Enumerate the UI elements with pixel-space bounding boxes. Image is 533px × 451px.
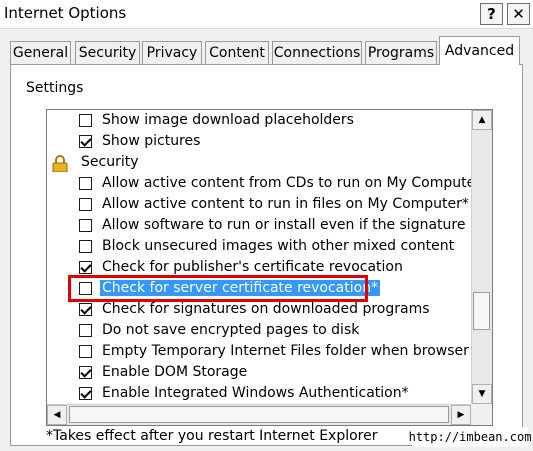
title-bar: Internet Options ? ✕ — [0, 0, 533, 29]
list-item[interactable]: Empty Temporary Internet Files folder wh… — [47, 342, 492, 363]
checkbox[interactable] — [79, 198, 92, 211]
scroll-right-button[interactable]: ▶ — [451, 405, 471, 425]
item-label: Show pictures — [102, 133, 201, 149]
checkbox[interactable] — [79, 345, 92, 358]
item-label: Allow software to run or install even if… — [102, 217, 493, 233]
checkbox[interactable] — [79, 114, 92, 127]
item-label: Allow active content to run in files on … — [102, 196, 469, 212]
settings-list[interactable]: Show image download placeholders Show pi… — [46, 109, 493, 426]
tab-privacy[interactable]: Privacy — [142, 41, 202, 64]
scroll-down-button[interactable]: ▼ — [472, 384, 492, 404]
tab-connections[interactable]: Connections — [272, 41, 362, 64]
checkbox[interactable] — [79, 219, 92, 232]
tab-label: Privacy — [146, 45, 198, 61]
scroll-left-button[interactable]: ◀ — [47, 405, 67, 425]
checkbox[interactable] — [79, 177, 92, 190]
arrow-up-icon: ▲ — [478, 115, 486, 125]
help-button[interactable]: ? — [480, 3, 503, 25]
checkbox[interactable] — [79, 366, 92, 379]
checkbox[interactable] — [79, 303, 92, 316]
list-item[interactable]: Block unsecured images with other mixed … — [47, 237, 471, 258]
tab-label: Advanced — [444, 43, 515, 59]
arrow-down-icon: ▼ — [478, 389, 486, 399]
list-item[interactable]: Allow active content from CDs to run on … — [47, 174, 488, 195]
item-label: Check for signatures on downloaded progr… — [102, 301, 430, 317]
close-button[interactable]: ✕ — [507, 3, 530, 25]
tab-advanced[interactable]: Advanced — [439, 36, 520, 65]
checkbox[interactable] — [79, 261, 92, 274]
arrow-left-icon: ◀ — [53, 410, 61, 420]
vertical-scroll-thumb[interactable] — [473, 292, 490, 330]
list-item[interactable]: Allow active content to run in files on … — [47, 195, 471, 216]
item-label: Do not save encrypted pages to disk — [102, 322, 360, 338]
arrow-right-icon: ▶ — [457, 410, 465, 420]
item-label: Enable DOM Storage — [102, 364, 248, 380]
checkbox[interactable] — [79, 324, 92, 337]
horizontal-scrollbar[interactable]: ◀ ▶ — [47, 404, 471, 425]
tab-general[interactable]: General — [10, 41, 71, 64]
tab-label: Security — [78, 45, 137, 61]
tab-security[interactable]: Security — [75, 41, 140, 64]
group-header: Security — [47, 153, 471, 174]
window-title: Internet Options — [4, 4, 127, 22]
watermark: http://imbean.com — [409, 427, 531, 447]
tab-label: Content — [209, 45, 265, 61]
list-item[interactable]: Do not save encrypted pages to disk — [47, 321, 471, 342]
tab-programs[interactable]: Programs — [365, 41, 437, 64]
list-item[interactable]: Allow software to run or install even if… — [47, 216, 492, 237]
item-label: Enable Integrated Windows Authentication… — [102, 385, 409, 401]
list-item[interactable]: Show pictures — [47, 132, 471, 153]
tab-label: Programs — [367, 45, 435, 61]
item-label: Show image download placeholders — [102, 112, 354, 128]
group-label: Security — [81, 154, 139, 170]
list-item[interactable]: Check for signatures on downloaded progr… — [47, 300, 471, 321]
vertical-scrollbar[interactable]: ▲ ▼ — [471, 110, 492, 404]
horizontal-scroll-thumb[interactable] — [69, 406, 449, 423]
item-label: Allow active content from CDs to run on … — [102, 175, 488, 191]
item-label: Block unsecured images with other mixed … — [102, 238, 455, 254]
settings-label: Settings — [26, 80, 84, 96]
checkbox[interactable] — [79, 240, 92, 253]
item-label: Check for publisher's certificate revoca… — [102, 259, 403, 275]
item-label: Empty Temporary Internet Files folder wh… — [102, 343, 493, 359]
tab-content[interactable]: Content — [205, 41, 269, 64]
close-icon: ✕ — [512, 4, 525, 23]
lock-icon — [52, 155, 68, 172]
scroll-up-button[interactable]: ▲ — [472, 110, 492, 130]
checkbox[interactable] — [79, 135, 92, 148]
restart-footnote: *Takes effect after you restart Internet… — [46, 428, 378, 444]
list-item[interactable]: Show image download placeholders — [47, 111, 471, 132]
list-item[interactable]: Enable DOM Storage — [47, 363, 471, 384]
list-item[interactable]: Enable Integrated Windows Authentication… — [47, 384, 471, 405]
scrollbar-corner — [471, 404, 492, 425]
tab-label: Connections — [273, 45, 361, 61]
help-icon: ? — [487, 4, 496, 23]
tab-label: General — [12, 45, 69, 61]
annotation-highlight-box — [68, 275, 368, 302]
checkbox[interactable] — [79, 387, 92, 400]
